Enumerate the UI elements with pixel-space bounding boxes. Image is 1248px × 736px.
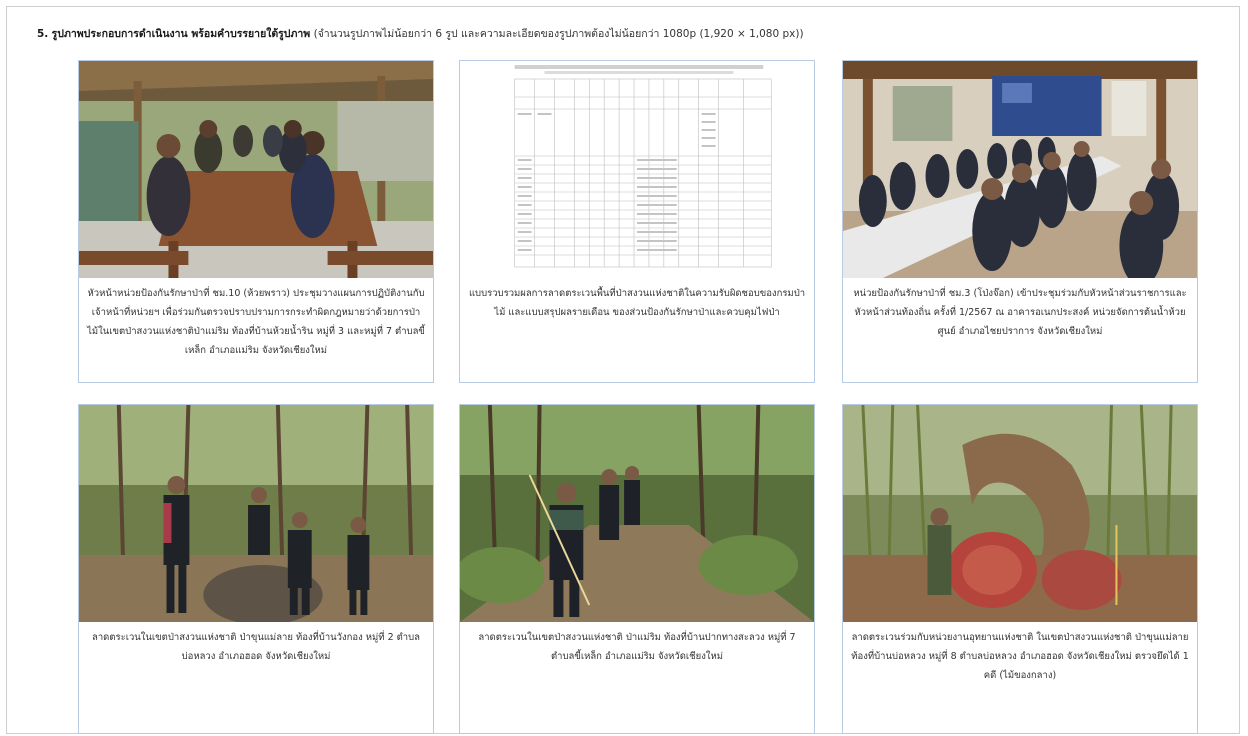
section-title: รูปภาพประกอบการดำเนินงาน พร้อมคำบรรยายใต… [51, 28, 311, 40]
photo-caption-5: ลาดตระเวนในเขตป่าสงวนแห่งชาติ ป่าแม่ริม … [478, 632, 796, 662]
photo-card-4: ลาดตระเวนในเขตป่าสงวนแห่งชาติ ป่าขุนแม่ล… [78, 404, 434, 734]
photo-caption-6: ลาดตระเวนร่วมกับหน่วยงานอุทยานแห่งชาติ ใ… [851, 632, 1189, 681]
photo-caption-1: หัวหน้าหน่วยป้องกันรักษาป่าที่ ชม.10 (ห้… [87, 288, 425, 356]
felled-tree-photo [843, 405, 1197, 622]
photo-card-2: แบบรวบรวมผลการลาดตระเวนพื้นที่ป่าสงวนแห่… [459, 60, 815, 383]
section-note: (จำนวนรูปภาพไม่น้อยกว่า 6 รูป และความละเ… [313, 28, 804, 40]
photo-card-6: ลาดตระเวนร่วมกับหน่วยงานอุทยานแห่งชาติ ใ… [842, 404, 1198, 734]
document-table-photo [460, 61, 814, 278]
photo-caption-3: หน่วยป้องกันรักษาป่าที่ ชม.3 (โป่งจ๊อก) … [853, 288, 1187, 337]
section-number: 5. [37, 28, 49, 40]
meeting-outdoor-photo [79, 61, 433, 278]
photo-card-3: หน่วยป้องกันรักษาป่าที่ ชม.3 (โป่งจ๊อก) … [842, 60, 1198, 383]
section-heading: 5. รูปภาพประกอบการดำเนินงาน พร้อมคำบรรยา… [37, 27, 1227, 41]
forest-patrol-photo [79, 405, 433, 622]
photo-caption-2: แบบรวบรวมผลการลาดตระเวนพื้นที่ป่าสงวนแห่… [468, 288, 806, 318]
forest-trail-photo [460, 405, 814, 622]
photo-caption-4: ลาดตระเวนในเขตป่าสงวนแห่งชาติ ป่าขุนแม่ล… [92, 632, 420, 662]
photo-card-5: ลาดตระเวนในเขตป่าสงวนแห่งชาติ ป่าแม่ริม … [459, 404, 815, 734]
photo-card-1: หัวหน้าหน่วยป้องกันรักษาป่าที่ ชม.10 (ห้… [78, 60, 434, 383]
meeting-room-photo [843, 61, 1197, 278]
